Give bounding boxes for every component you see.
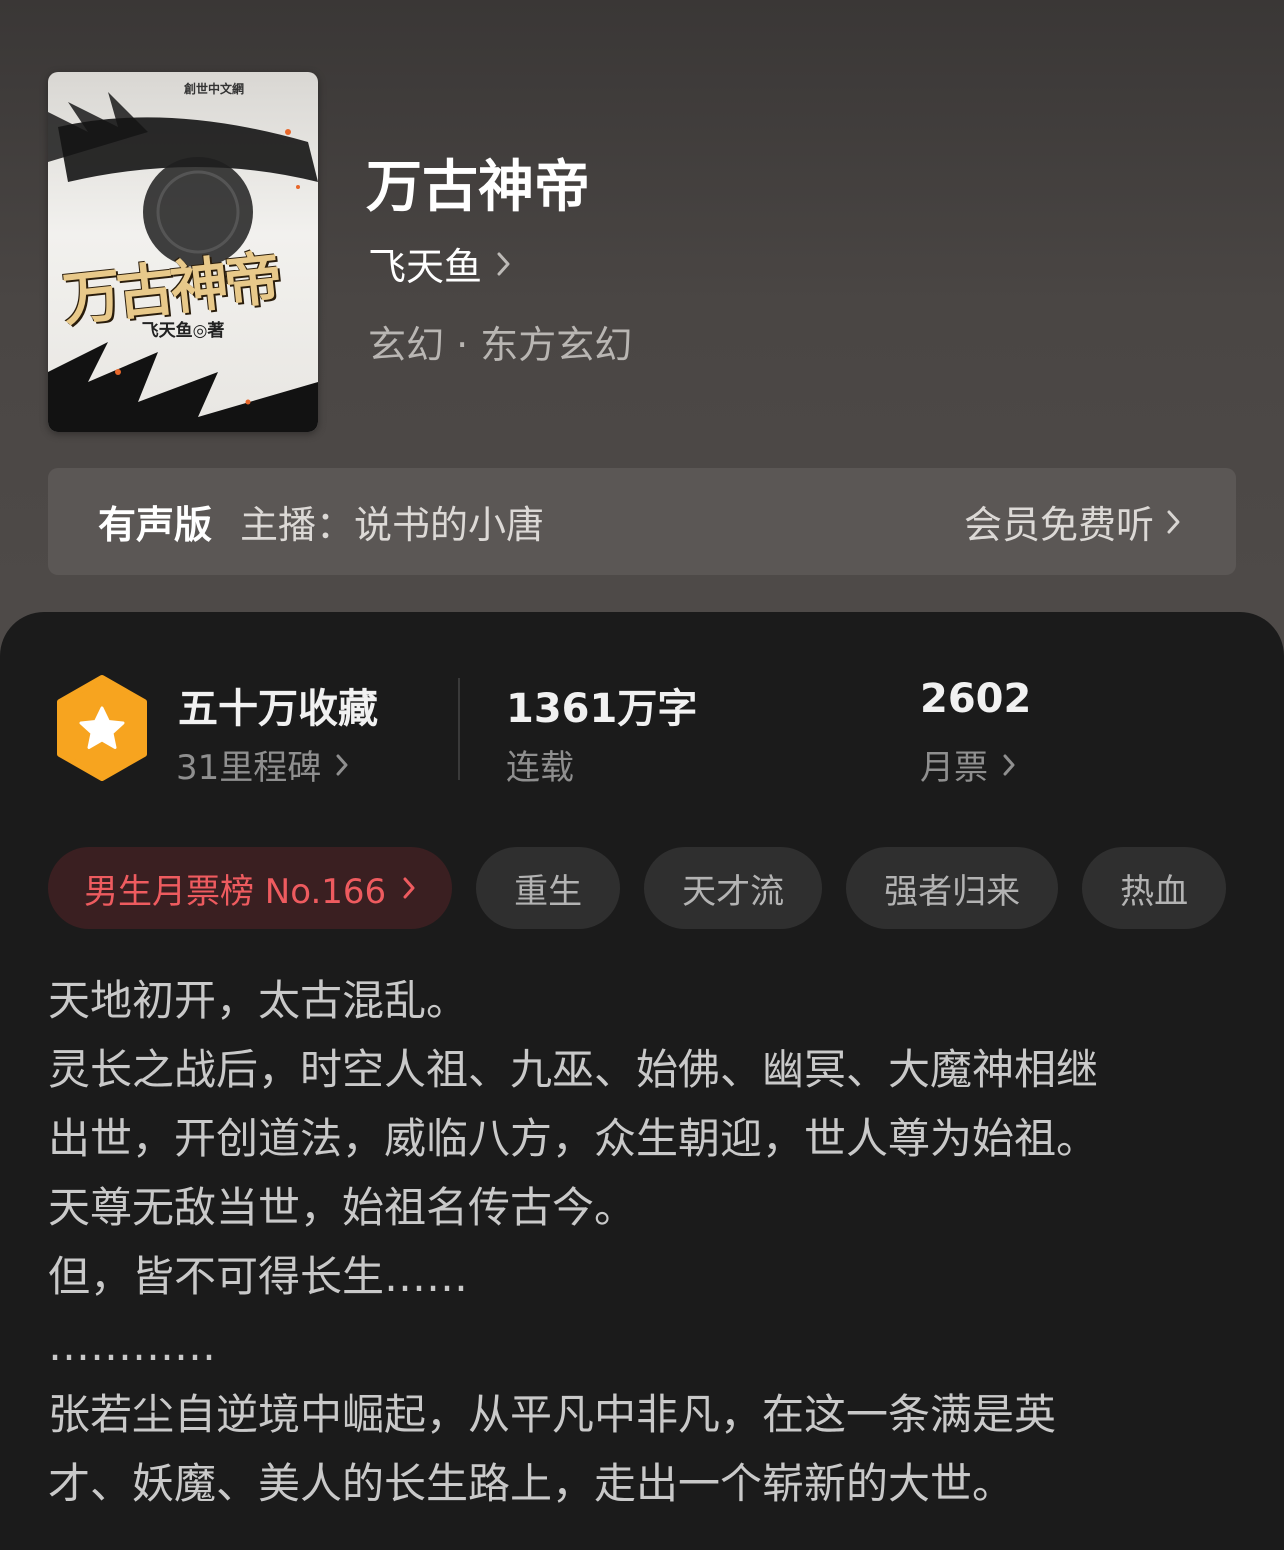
star-badge-icon — [57, 675, 147, 781]
milestones-link[interactable]: 31里程碑 — [176, 740, 349, 789]
milestones-label: 31里程碑 — [176, 748, 322, 788]
chevron-right-icon — [1003, 754, 1015, 775]
synopsis-line: 出世，开创道法，威临八方，众生朝迎，世人尊为始祖。 — [48, 1114, 1099, 1163]
tag-chip[interactable]: 天才流 — [644, 847, 823, 929]
synopsis-line: 天尊无敌当世，始祖名传古今。 — [48, 1183, 637, 1232]
monthly-votes-link[interactable]: 月票 — [920, 740, 1016, 789]
serial-status: 连载 — [506, 740, 574, 789]
chevron-right-icon — [1167, 510, 1180, 533]
synopsis-line: 才、妖魔、美人的长生路上，走出一个崭新的大世。 — [48, 1459, 1015, 1508]
synopsis-line: 天地初开，太古混乱。 — [48, 976, 469, 1025]
monthly-votes-label: 月票 — [920, 748, 988, 788]
favorites-count: 五十万收藏 — [178, 686, 378, 732]
listen-label: 会员免费听 — [963, 503, 1154, 547]
synopsis-line: ………… — [48, 1321, 216, 1370]
cover-publisher-logo: 創世中文網 — [184, 82, 245, 96]
synopsis-line: 但，皆不可得长生…… — [48, 1252, 469, 1301]
chevron-right-icon — [336, 754, 348, 775]
cover-author-line: 飞天鱼◎著 — [141, 321, 225, 341]
member-free-listen-button[interactable]: 会员免费听 — [964, 494, 1182, 549]
synopsis-line: 灵长之战后，时空人祖、九巫、始佛、幽冥、大魔神相继 — [48, 1045, 1099, 1094]
tag-chip[interactable]: 热血 — [1082, 847, 1227, 929]
tag-chip[interactable]: 重生 — [476, 847, 621, 929]
synopsis[interactable]: 天地初开，太古混乱。 灵长之战后，时空人祖、九巫、始佛、幽冥、大魔神相继 出世，… — [48, 966, 1248, 1518]
synopsis-line: 张若尘自逆境中崛起，从平凡中非凡，在这一条满是英 — [48, 1390, 1057, 1439]
stats-row: 五十万收藏 31里程碑 1361万字 连载 2602 月票 — [0, 670, 1284, 790]
tag-row: 男生月票榜 No.166 重生 天才流 强者归来 热血 — [48, 847, 1227, 929]
author-link[interactable]: 飞天鱼 — [368, 236, 512, 291]
audio-anchor: 主播：说书的小唐 — [240, 503, 545, 547]
audio-version-bar[interactable]: 有声版 主播：说书的小唐 会员免费听 — [48, 468, 1236, 575]
stats-divider — [458, 678, 460, 780]
tag-chip[interactable]: 强者归来 — [846, 847, 1059, 929]
audio-tag: 有声版 — [98, 503, 213, 547]
author-name: 飞天鱼 — [368, 245, 483, 289]
rank-label: 男生月票榜 No.166 — [84, 871, 387, 912]
rank-tag[interactable]: 男生月票榜 No.166 — [48, 847, 453, 929]
word-count: 1361万字 — [506, 686, 698, 732]
chevron-right-icon — [497, 252, 510, 275]
genre-label: 玄幻 · 东方玄幻 — [368, 323, 633, 367]
book-cover-image[interactable]: 創世中文網 万古神帝 飞天鱼◎著 — [48, 72, 318, 432]
chevron-right-icon — [403, 877, 415, 899]
monthly-votes-count: 2602 — [920, 676, 1032, 722]
serial-status-label: 连载 — [506, 748, 574, 788]
book-title: 万古神帝 — [366, 154, 590, 220]
